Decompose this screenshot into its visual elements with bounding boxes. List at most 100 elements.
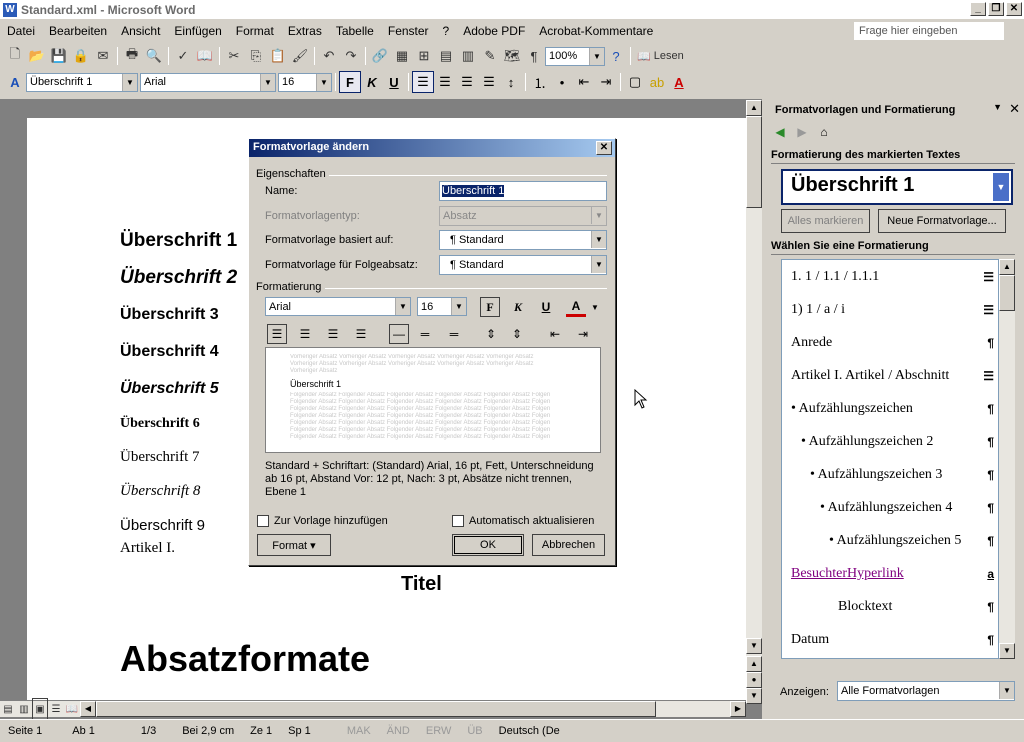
new-style-button[interactable]: Neue Formatvorlage... (878, 209, 1006, 233)
permission-icon[interactable]: 🔒 (70, 45, 92, 67)
menu-extras[interactable]: Extras (281, 24, 329, 38)
zoom-combo[interactable]: 100% ▼ (545, 46, 605, 66)
menu-bearbeiten[interactable]: Bearbeiten (42, 24, 114, 38)
menu-adobe-pdf[interactable]: Adobe PDF (456, 24, 532, 38)
status-macro[interactable]: MAK (319, 725, 379, 737)
font-color-chevron-icon[interactable]: ▼ (585, 297, 605, 317)
doc-heading-7[interactable]: Überschrift 7 (120, 449, 200, 466)
list-item[interactable]: Artikel I. Artikel / Abschnitt (791, 368, 949, 384)
status-overtype[interactable]: ÜB (459, 725, 490, 737)
highlight-button[interactable]: ab (646, 71, 668, 93)
select-all-button[interactable]: Alles markieren (781, 209, 870, 233)
list-scroll-thumb[interactable] (999, 275, 1015, 311)
list-item[interactable]: Datum (791, 632, 829, 648)
list-item[interactable]: 1) 1 / a / i (791, 302, 845, 318)
space-before-button[interactable]: ⇕ (481, 324, 501, 344)
dialog-font-combo[interactable]: Arial ▼ (265, 297, 411, 316)
styles-formatting-icon[interactable]: A (4, 71, 26, 93)
format-menu-button[interactable]: Format ▾ (257, 534, 331, 556)
next-page-button[interactable]: ▼ (746, 688, 762, 704)
menu-acrobat-kommentare[interactable]: Acrobat-Kommentare (532, 24, 660, 38)
forward-icon[interactable]: ▶ (792, 123, 812, 141)
dialog-align-left-button[interactable]: ☰ (267, 324, 287, 344)
align-right-button[interactable]: ☰ (456, 71, 478, 93)
scroll-left-button[interactable]: ◀ (80, 701, 96, 717)
scroll-right-button[interactable]: ▶ (730, 701, 746, 717)
checkbox-box[interactable] (452, 515, 464, 527)
columns-icon[interactable]: ▥ (457, 45, 479, 67)
chevron-down-icon[interactable]: ▼ (993, 173, 1009, 201)
doc-heading-5[interactable]: Überschrift 5 (120, 380, 219, 398)
doc-heading-9[interactable]: Überschrift 9 (120, 517, 205, 534)
hyperlink-icon[interactable]: 🔗 (369, 45, 391, 67)
dialog-justify-button[interactable]: ☰ (351, 324, 371, 344)
show-combo[interactable]: Alle Formatvorlagen ▼ (837, 681, 1015, 701)
document-map-icon[interactable]: 🗺 (501, 45, 523, 67)
doc-titel[interactable]: Titel (401, 573, 442, 596)
copy-icon[interactable]: ⎘ (245, 45, 267, 67)
dialog-close-icon[interactable]: ✕ (596, 141, 612, 155)
menu-datei[interactable]: Datei (0, 24, 42, 38)
browse-object-button[interactable]: ● (746, 672, 762, 688)
style-combo[interactable]: Überschrift 1 ▼ (26, 72, 138, 92)
paste-icon[interactable]: 📋 (267, 45, 289, 67)
spelling-icon[interactable]: ✓ (172, 45, 194, 67)
list-item[interactable]: Anrede (791, 335, 832, 351)
dialog-increase-indent-button[interactable]: ⇥ (573, 324, 593, 344)
doc-heading-1[interactable]: Überschrift 1 (120, 230, 237, 252)
checkbox-box[interactable] (257, 515, 269, 527)
name-input[interactable]: Überschrift 1 (439, 181, 607, 201)
document-vertical-scrollbar[interactable]: ▲ ▼ ▲ ● ▼ (746, 100, 762, 704)
pane-menu-icon[interactable]: ▼ (993, 102, 1002, 112)
dialog-size-combo[interactable]: 16 ▼ (417, 297, 467, 316)
cut-icon[interactable]: ✂ (223, 45, 245, 67)
status-extend[interactable]: ERW (418, 725, 459, 737)
menu-tabelle[interactable]: Tabelle (329, 24, 381, 38)
email-icon[interactable]: ✉ (92, 45, 114, 67)
list-item[interactable]: Blocktext (838, 599, 892, 615)
underline-button[interactable]: U (383, 71, 405, 93)
format-painter-icon[interactable]: 🖌 (289, 45, 311, 67)
dialog-font-color-button[interactable]: A (566, 297, 586, 317)
add-to-template-checkbox[interactable]: Zur Vorlage hinzufügen (257, 515, 388, 527)
restore-button[interactable]: ❐ (988, 2, 1004, 16)
doc-heading-8[interactable]: Überschrift 8 (120, 483, 200, 500)
based-on-combo[interactable]: ¶ Standard ▼ (439, 230, 607, 250)
double-spacing-button[interactable]: ═ (444, 324, 464, 344)
italic-button[interactable]: K (361, 71, 383, 93)
menu-ansicht[interactable]: Ansicht (114, 24, 167, 38)
drawing-icon[interactable]: ✎ (479, 45, 501, 67)
insert-excel-icon[interactable]: ▤ (435, 45, 457, 67)
numbering-button[interactable]: ⒈ (529, 71, 551, 93)
list-item[interactable]: BesuchterHyperlink (791, 566, 904, 582)
space-after-button[interactable]: ⇕ (507, 324, 527, 344)
normal-view-icon[interactable]: ▤ (0, 698, 16, 720)
list-item[interactable]: • Aufzählungszeichen 3 (810, 467, 942, 483)
align-center-button[interactable]: ☰ (434, 71, 456, 93)
ok-button[interactable]: OK (452, 534, 524, 556)
research-icon[interactable]: 📖 (194, 45, 216, 67)
open-icon[interactable]: 📂 (26, 45, 48, 67)
horizontal-scrollbar[interactable]: ▤ ▥ ▣ ☰ 📖 ◀ ▶ (0, 698, 746, 720)
doc-absatzformate[interactable]: Absatzformate (120, 638, 370, 680)
doc-artikel[interactable]: Artikel I. (120, 540, 175, 557)
dialog-italic-button[interactable]: K (508, 297, 528, 317)
bold-button[interactable]: F (339, 71, 361, 93)
list-item[interactable]: • Aufzählungszeichen 2 (801, 434, 933, 450)
web-view-icon[interactable]: ▥ (16, 698, 32, 720)
font-size-combo[interactable]: 16 ▼ (278, 72, 332, 92)
menu-einfuegen[interactable]: Einfügen (167, 24, 228, 38)
prev-page-button[interactable]: ▲ (746, 656, 762, 672)
back-icon[interactable]: ◀ (770, 123, 790, 141)
tables-borders-icon[interactable]: ▦ (391, 45, 413, 67)
dialog-align-center-button[interactable]: ☰ (295, 324, 315, 344)
decrease-indent-button[interactable]: ⇤ (573, 71, 595, 93)
increase-indent-button[interactable]: ⇥ (595, 71, 617, 93)
list-item[interactable]: • Aufzählungszeichen (791, 401, 913, 417)
dialog-align-right-button[interactable]: ☰ (323, 324, 343, 344)
font-color-button[interactable]: A (668, 71, 690, 93)
current-style-combo[interactable]: Überschrift 1 ▼ (781, 169, 1013, 205)
list-scroll-up[interactable]: ▲ (999, 259, 1015, 275)
read-button[interactable]: 📖 Lesen (634, 45, 687, 67)
doc-heading-4[interactable]: Überschrift 4 (120, 343, 219, 361)
